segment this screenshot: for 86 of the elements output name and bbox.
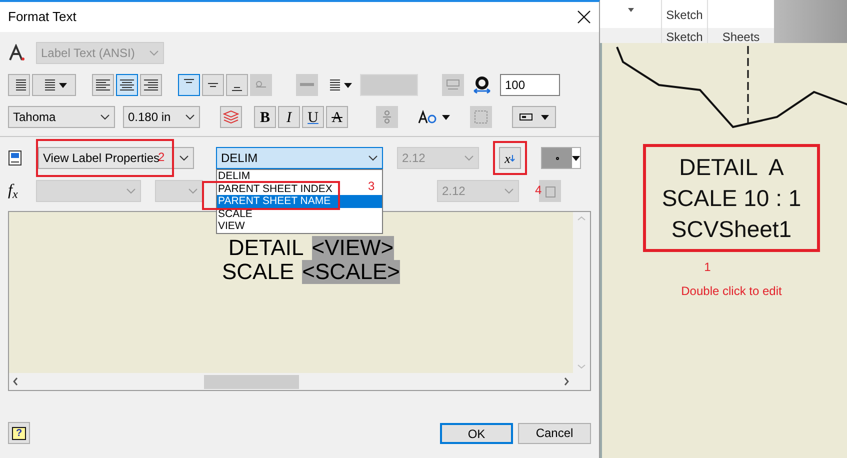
field-token: <SCALE> [302,260,400,284]
field-icon [519,113,533,121]
chevron-icon [126,188,136,194]
label-line: DETAIL A [679,152,784,182]
align-button[interactable] [116,74,138,96]
vertical-align-icon [184,79,194,83]
layers-button[interactable] [220,106,242,128]
caret-icon [344,82,352,88]
caret-icon [59,82,67,88]
editor-text: DETAIL [228,236,304,260]
font-dropdown[interactable]: Tahoma [8,106,115,128]
help-button[interactable]: ? [8,422,30,444]
bullet-list-button[interactable] [8,74,30,96]
ribbon-group-label: Sheets [708,28,774,43]
property-option[interactable]: VIEW [217,220,246,232]
align-icon [120,79,134,91]
variable-symbol: x [504,152,510,164]
annotation-number: 4 [535,182,542,199]
property-option[interactable]: PARENT SHEET NAME [217,195,382,208]
ribbon-group-label: Sketch [662,28,707,43]
align-button[interactable] [92,74,114,96]
vertical-align-button[interactable] [226,74,248,96]
stretch-field[interactable]: 100 [500,74,560,96]
vertical-align-icon [208,83,218,87]
chevron-icon [100,114,110,120]
annotation-number: 1 [704,259,711,276]
chevron-icon [504,188,514,194]
text-style-button[interactable]: B [254,106,276,128]
text-style-button[interactable]: I [278,106,300,128]
align-icon [144,79,158,91]
chevron-icon [149,50,159,56]
function-label: f$_{x}$ [8,181,19,203]
dialog-button[interactable]: OK [440,422,513,444]
vertical-align-button[interactable] [202,74,224,96]
chevron-icon [188,188,198,194]
dialog-button[interactable]: Cancel [518,422,591,444]
text-frame-icon [474,110,488,124]
case-icon [418,110,438,124]
label-line: SCALE 10 : 1 [662,184,802,212]
scroll-thumb[interactable] [204,374,298,388]
caret-icon[interactable] [628,8,634,12]
color-swatch [542,148,572,168]
width-factor-icon [472,76,492,94]
caret-icon [541,114,549,120]
text-style-button[interactable]: U [302,106,324,128]
close-icon[interactable] [577,10,591,24]
property-option[interactable]: PARENT SHEET INDEX [217,182,334,195]
properties-icon [8,150,22,166]
label-line: SCVSheet1 [671,214,792,244]
insert-parameter-button[interactable]: x [499,147,521,169]
editor-text: SCALE [222,260,294,284]
ribbon-button[interactable]: Sketch [662,0,707,28]
symbol-dropdown[interactable] [512,106,556,128]
annotation-box [493,141,527,175]
text-style-icon [8,44,26,62]
help-icon: ? [12,426,26,440]
chevron-icon [185,114,195,120]
size-dropdown[interactable]: 0.180 in [123,106,200,128]
vertical-align-icon [232,87,242,91]
chevron-icon [368,155,378,161]
property-dropdown[interactable]: DELIM [216,147,383,169]
scroll-left-icon[interactable] [13,377,18,386]
scroll-right-icon[interactable] [564,377,569,386]
align-icon [96,79,110,91]
numbered-list-dropdown[interactable] [32,74,76,96]
align-button[interactable] [140,74,162,96]
window-title: Format Text [8,8,76,26]
paste-icon [544,184,556,198]
caret-icon [442,114,450,120]
chevron-icon [179,155,189,161]
property-option[interactable]: DELIM [217,170,252,182]
annotation-number: 2 [158,149,165,164]
view-label[interactable]: DETAIL A SCALE 10 : 1 SCVSheet1 [643,144,820,252]
vertical-align-button[interactable] [178,74,200,96]
annotation-text: Double click to edit [681,283,782,300]
text-style-button[interactable]: A [326,106,348,128]
field-token: <VIEW> [312,236,394,260]
caret-icon [572,156,580,160]
layers-icon [223,110,239,124]
spacing-field[interactable] [360,74,418,96]
chevron-icon [464,155,474,161]
stack-icon [382,110,392,124]
arrow-down-icon [510,154,516,162]
color-dropdown[interactable] [541,147,581,169]
text-fit-icon [446,79,460,91]
annotation-number: 3 [368,178,375,195]
